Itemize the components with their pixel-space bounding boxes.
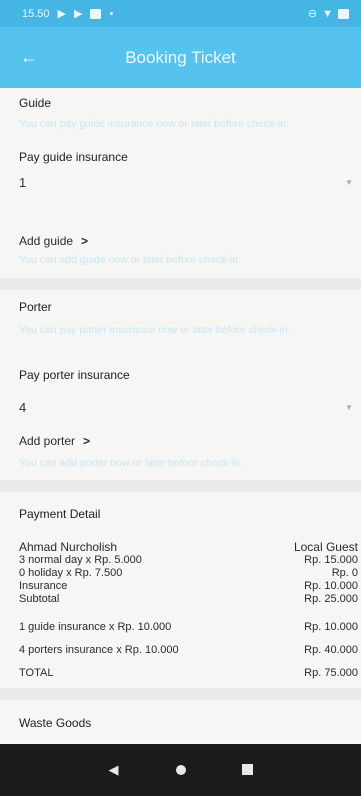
dot-icon: • [109, 7, 114, 20]
guest-name: Ahmad Nurcholish [19, 540, 118, 554]
porter-insurance-select[interactable]: 4 ▼ [19, 395, 353, 419]
page-title: Booking Ticket [125, 47, 236, 67]
play-icon: ▶ [57, 8, 66, 20]
payment-row: 3 normal day x Rp. 5.000 Rp. 15.000 [19, 554, 358, 566]
add-guide-link[interactable]: Add guide > [19, 234, 88, 248]
extra-row-value: Rp. 40.000 [304, 644, 358, 656]
nav-back-button[interactable]: ◀ [94, 762, 134, 778]
app-bar: ← Booking Ticket [0, 27, 361, 88]
play-icon: ▶ [74, 8, 83, 20]
section-divider [0, 278, 361, 290]
add-guide-hint: You can add guide now or later before ch… [19, 254, 242, 266]
guide-insurance-select[interactable]: 1 ▼ [19, 170, 353, 194]
nav-recent-button[interactable] [228, 763, 268, 778]
payment-name-row: Ahmad Nurcholish Local Guest [19, 540, 358, 554]
guide-insurance-value: 1 [19, 174, 27, 190]
back-button[interactable]: ← [0, 27, 50, 88]
battery-icon [338, 8, 349, 19]
extra-row: 1 guide insurance x Rp. 10.000 Rp. 10.00… [19, 621, 358, 633]
status-time: 15.50 [22, 7, 50, 20]
arrow-left-icon: ← [20, 47, 38, 67]
chevron-right-icon: > [81, 234, 89, 248]
payment-row-label: Subtotal [19, 593, 60, 605]
waste-goods-title: Waste Goods [19, 716, 92, 730]
section-divider [0, 480, 361, 492]
porter-hint: You can pay porter insurance now or late… [19, 324, 291, 336]
payment-row: Insurance Rp. 10.000 [19, 580, 358, 592]
payment-row-value: Rp. 0 [331, 567, 358, 579]
message-icon [90, 8, 102, 19]
total-label: TOTAL [19, 667, 54, 679]
payment-row: 0 holiday x Rp. 7.500 Rp. 0 [19, 567, 358, 579]
porter-insurance-label: Pay porter insurance [19, 368, 130, 382]
recent-apps-icon [242, 763, 253, 775]
extra-row-label: 4 porters insurance x Rp. 10.000 [19, 644, 179, 656]
extra-row: 4 porters insurance x Rp. 10.000 Rp. 40.… [19, 644, 358, 656]
system-nav-bar: ◀ [0, 744, 361, 796]
nav-home-button[interactable] [161, 763, 201, 778]
payment-detail-title: Payment Detail [19, 507, 101, 521]
dropdown-caret-icon: ▼ [345, 177, 353, 187]
guest-type: Local Guest [293, 540, 358, 554]
extra-row-value: Rp. 10.000 [304, 621, 358, 633]
guide-section-title: Guide [19, 96, 52, 110]
minus-circle-icon: ⊖ [307, 8, 318, 20]
payment-row-label: 3 normal day x Rp. 5.000 [19, 554, 142, 566]
add-guide-label: Add guide [19, 234, 74, 248]
section-divider [0, 688, 361, 700]
payment-row-label: Insurance [19, 580, 68, 592]
porter-section-title: Porter [19, 300, 52, 314]
guide-insurance-label: Pay guide insurance [19, 150, 128, 164]
home-icon [175, 764, 186, 775]
back-triangle-icon: ◀ [108, 762, 119, 777]
payment-row-label: 0 holiday x Rp. 7.500 [19, 567, 123, 579]
extra-row-label: 1 guide insurance x Rp. 10.000 [19, 621, 172, 633]
status-bar: 15.50 ▶ ▶ • ⊖ ▼ [0, 0, 361, 27]
add-porter-link[interactable]: Add porter > [19, 434, 90, 448]
booking-content[interactable]: Guide You can pay guide insurance now or… [0, 88, 361, 744]
porter-insurance-value: 4 [19, 399, 27, 415]
add-porter-label: Add porter [19, 434, 76, 448]
payment-row-value: Rp. 25.000 [304, 593, 358, 605]
payment-row: Subtotal Rp. 25.000 [19, 593, 358, 605]
total-value: Rp. 75.000 [304, 667, 358, 679]
wifi-icon: ▼ [322, 7, 333, 20]
total-row: TOTAL Rp. 75.000 [19, 667, 358, 679]
guide-hint: You can pay guide insurance now or later… [19, 118, 289, 130]
add-porter-hint: You can add porter now or later before c… [19, 457, 243, 469]
chevron-right-icon: > [83, 434, 91, 448]
payment-row-value: Rp. 15.000 [304, 554, 358, 566]
payment-row-value: Rp. 10.000 [304, 580, 358, 592]
dropdown-caret-icon: ▼ [345, 402, 353, 412]
